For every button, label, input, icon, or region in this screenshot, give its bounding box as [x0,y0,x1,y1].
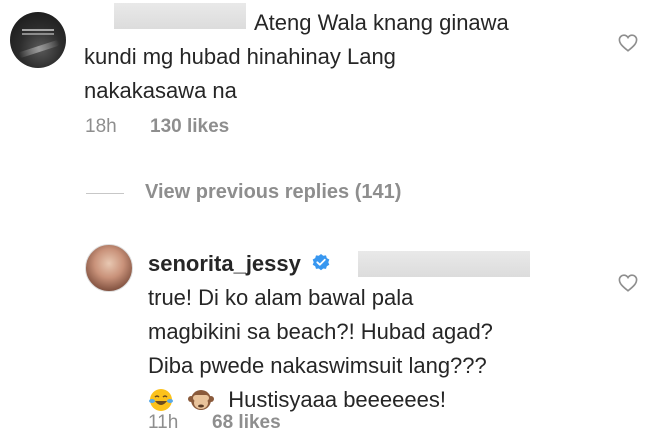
heart-icon[interactable] [618,34,638,52]
avatar[interactable] [10,12,66,68]
view-previous-replies-button[interactable]: View previous replies (141) [145,181,401,204]
replies-divider [86,193,124,194]
comment-timestamp[interactable]: 18h [85,116,117,138]
avatar-image-detail [18,39,60,59]
likes-count[interactable]: 130 likes [150,116,229,138]
comment-line: nakakasawa na [84,78,237,103]
reply-line: Diba pwede nakaswimsuit lang??? [148,353,487,378]
reply-text: senorita_jessy true! Di ko alam bawal pa… [148,247,588,423]
comment-line: kundi mg hubad hinahinay Lang [84,44,396,69]
likes-count[interactable]: 68 likes [212,412,281,434]
reply-line: true! Di ko alam bawal pala [148,285,414,310]
heart-icon[interactable] [618,274,638,292]
comment-line: Ateng Wala knang ginawa [254,10,509,35]
avatar[interactable] [85,244,133,292]
comment-timestamp[interactable]: 11h [148,412,178,434]
avatar-image-text [22,29,54,31]
verified-badge-icon [311,249,331,271]
reply-line: Hustisyaaa beeeeees! [228,387,446,412]
comment-text: Ateng Wala knang ginawa kundi mg hubad h… [84,6,604,108]
username-link[interactable]: senorita_jessy [148,251,301,276]
reply-line: magbikini sa beach?! Hubad agad? [148,319,493,344]
see-no-evil-monkey-icon [188,387,215,423]
